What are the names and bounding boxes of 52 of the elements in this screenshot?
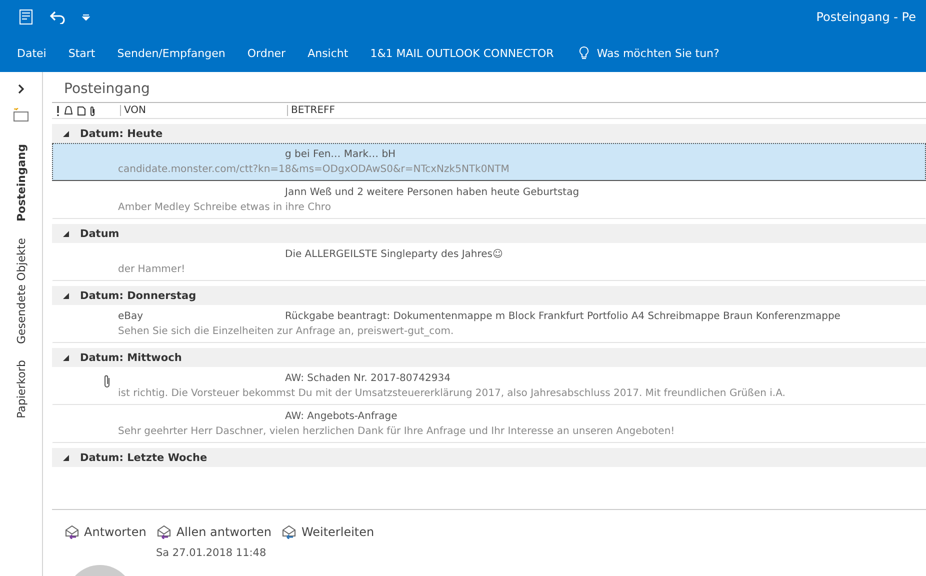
bell-icon[interactable]	[63, 106, 74, 116]
group-heading[interactable]: Datum	[80, 228, 120, 240]
column-heading[interactable]: VON	[120, 105, 287, 116]
chevron-right-icon[interactable]	[17, 84, 25, 94]
preview-text: Amber Medley Schreibe etwas in ihre Chro	[118, 202, 331, 213]
subject: Jann Weß und 2 weitere Personen haben heute Geburtstag	[285, 187, 580, 198]
window-title: Posteingang - Pe	[816, 10, 916, 24]
ribbon-tab[interactable]: Datei	[6, 40, 58, 66]
preview-text: Sehr geehrter Herr Daschner, vielen herzlichen Dank für Ihre Anfrage und Ihr Interesse an unseren Angeboten!	[118, 426, 675, 437]
preview-text: candidate.monster.com/ctt?kn=18&ms=ODgxODAwS0&r=NTcxNzk5NTk0NTM	[118, 164, 510, 175]
message-row[interactable]: g bei Fen… Mark… bH candidate.monster.com/ctt?kn=18&ms=ODgxODAwS0&r=NTcxNzk5NTk0NTM	[52, 143, 926, 181]
preview-text: ist richtig. Die Vorsteuer bekommst Du mit der Umsatzsteuererklärung 2017, also Jahresabschluss 2017. Mit freundlichen Grüßen i.A.	[118, 388, 786, 399]
folder-tab[interactable]: Posteingang	[14, 144, 28, 222]
group-heading[interactable]: Datum: Donnerstag	[80, 290, 196, 302]
ribbon-tab[interactable]: 1&1 MAIL OUTLOOK CONNECTOR	[359, 40, 565, 66]
folder-title: Posteingang	[63, 80, 151, 99]
window-icon[interactable]	[18, 9, 34, 25]
collapse-triangle-icon[interactable]	[62, 454, 70, 462]
subject: Rückgabe beantragt: Dokumentenmappe m Block Frankfurt Portfolio A4 Schreibmappe Braun Konferenzmappe	[285, 311, 840, 322]
collapse-triangle-icon[interactable]	[62, 354, 70, 362]
mail-action-button[interactable]: Antworten	[64, 524, 146, 539]
subject: g bei Fen… Mark… bH	[285, 149, 396, 160]
collapse-triangle-icon[interactable]	[62, 230, 70, 238]
lightbulb-icon	[578, 46, 589, 60]
group-heading[interactable]: Datum: Mittwoch	[80, 352, 182, 364]
document-icon[interactable]	[77, 106, 86, 116]
sent-date: Sa 27.01.2018 11:48	[156, 547, 268, 559]
importance-icon[interactable]	[56, 106, 60, 116]
ribbon-tab[interactable]: Senden/Empfangen	[106, 40, 236, 66]
ribbon-tab[interactable]: Start	[57, 40, 106, 66]
mail-action-button[interactable]: Weiterleiten	[281, 524, 374, 539]
folder-tab[interactable]: Papierkorb	[14, 360, 28, 418]
ribbon-tab[interactable]: Ansicht	[296, 40, 360, 66]
column-heading[interactable]: BETREFF	[287, 105, 336, 116]
sender: eBay	[118, 311, 144, 322]
group-heading[interactable]: Datum: Letzte Woche	[80, 452, 208, 464]
preview-text: Sehen Sie sich die Einzelheiten zur Anfrage an, preiswert-gut_com.	[118, 326, 454, 337]
paperclip-icon[interactable]	[89, 106, 96, 116]
folder-icon[interactable]	[13, 108, 29, 122]
mail-action-button[interactable]: Allen antworten	[156, 524, 272, 539]
subject: AW: Schaden Nr. 2017-80742934	[285, 373, 450, 384]
undo-icon[interactable]	[50, 10, 66, 24]
subject: Die ALLERGEILSTE Singleparty des Jahres☺	[285, 249, 503, 260]
dropdown-icon[interactable]	[82, 13, 90, 21]
ribbon-tab[interactable]: Ordner	[236, 40, 297, 66]
folder-tab[interactable]: Gesendete Objekte	[14, 238, 28, 344]
collapse-triangle-icon[interactable]	[62, 130, 70, 138]
subject: AW: Angebots-Anfrage	[285, 411, 398, 422]
preview-text: der Hammer!	[118, 264, 186, 275]
group-heading[interactable]: Datum: Heute	[80, 128, 163, 140]
collapse-triangle-icon[interactable]	[62, 292, 70, 300]
tell-me-field[interactable]: Was möchten Sie tun?	[594, 46, 735, 60]
